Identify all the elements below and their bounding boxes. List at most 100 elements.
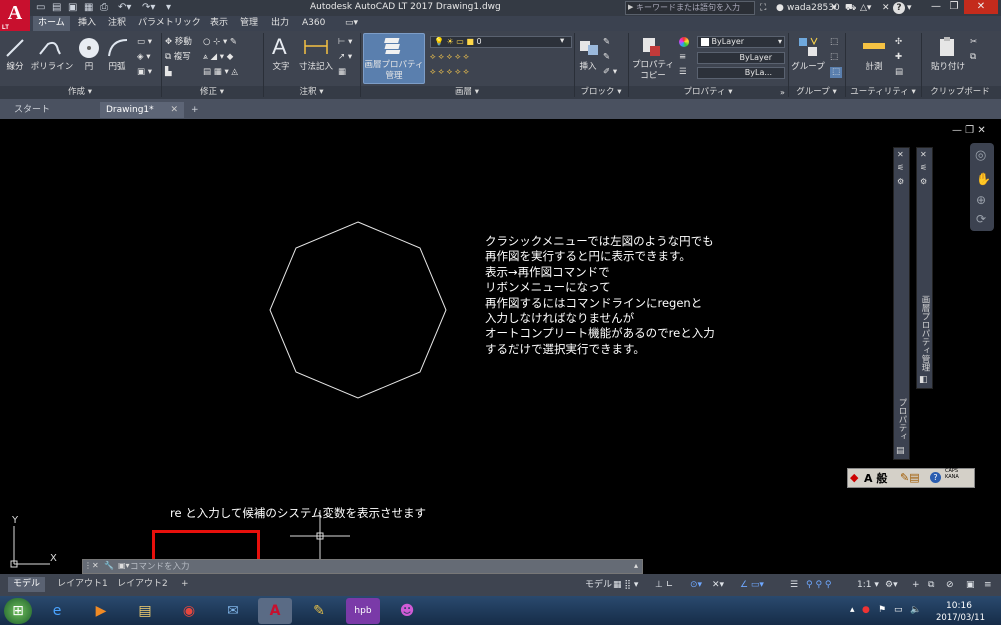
- clean-screen-icon[interactable]: ⊘: [946, 579, 954, 591]
- exchange-icon[interactable]: ✕: [882, 2, 890, 14]
- layout-tab-1[interactable]: レイアウト1: [52, 577, 113, 592]
- close-button[interactable]: ✕: [964, 0, 998, 14]
- tray-flag-icon[interactable]: ⚑: [878, 605, 886, 615]
- user-dropdown-icon[interactable]: ▾: [832, 2, 837, 14]
- layout-tab-2[interactable]: レイアウト2: [112, 577, 173, 592]
- command-input[interactable]: [130, 560, 630, 573]
- pan-icon[interactable]: ✋: [976, 172, 991, 186]
- ie-icon[interactable]: e: [40, 598, 74, 624]
- palette-close-icon[interactable]: ✕: [897, 150, 904, 159]
- tab-close-icon[interactable]: ✕: [170, 102, 178, 118]
- insert-label[interactable]: 挿入: [574, 62, 602, 72]
- workspace-icon[interactable]: ⚙▾: [885, 579, 898, 591]
- layer-tools-row2-icon[interactable]: ⟡ ⟡ ⟡ ⟡ ⟡: [430, 67, 469, 78]
- orbit-icon[interactable]: ⟳: [976, 212, 986, 226]
- osnap-icon[interactable]: ✕▾: [712, 579, 724, 591]
- maximize-button[interactable]: ❐: [945, 0, 963, 14]
- save-icon[interactable]: ▣: [68, 2, 77, 14]
- layer-tools-row1-icon[interactable]: ⟡ ⟡ ⟡ ⟡ ⟡: [430, 52, 469, 63]
- tray-network-icon[interactable]: ▭: [894, 605, 903, 615]
- cart-icon[interactable]: ⛟: [845, 2, 856, 14]
- paste-icon[interactable]: [937, 36, 957, 58]
- clock-time[interactable]: 10:16: [946, 601, 972, 611]
- match-properties-icon[interactable]: [640, 36, 662, 58]
- fullscreen-icon[interactable]: ▣: [966, 579, 975, 591]
- tab-a360[interactable]: A360: [297, 16, 330, 31]
- a360-icon[interactable]: △▾: [860, 2, 871, 14]
- line-icon[interactable]: [5, 38, 25, 58]
- tab-insert[interactable]: 挿入: [73, 16, 101, 31]
- text-label[interactable]: 文字: [268, 62, 294, 72]
- polyline-label[interactable]: ポリライン: [30, 62, 74, 72]
- copy-clip-icon[interactable]: ⧉: [970, 52, 976, 63]
- minimize-button[interactable]: —: [927, 0, 945, 14]
- grid-icon[interactable]: ▦ ⣿ ▾: [613, 579, 638, 591]
- annotation-scale[interactable]: 1:1 ▾: [857, 579, 879, 591]
- palette2-close-icon[interactable]: ✕: [920, 150, 927, 159]
- tab-extra-icon[interactable]: ▭▾: [340, 16, 363, 31]
- hpb-icon[interactable]: hpb: [346, 598, 380, 624]
- status-model[interactable]: モデル: [585, 579, 612, 591]
- circle-icon[interactable]: [77, 36, 101, 60]
- lineweight-toggle-icon[interactable]: ☰: [790, 579, 798, 591]
- help-dropdown-icon[interactable]: ▾: [907, 2, 912, 14]
- edit-block-icon[interactable]: ✎: [603, 52, 610, 63]
- linear-dim-icon[interactable]: ⊢ ▾: [338, 37, 352, 48]
- circle-label[interactable]: 円: [80, 62, 98, 72]
- cmd-close-icon[interactable]: ✕: [92, 561, 99, 570]
- dimension-icon[interactable]: [303, 38, 329, 56]
- isolate-icon[interactable]: ⧉: [928, 579, 934, 591]
- ime-tools-icon[interactable]: ✎▤: [900, 471, 920, 484]
- clock-date[interactable]: 2017/03/11: [936, 613, 985, 623]
- autocad-taskbar-icon[interactable]: A: [258, 598, 292, 624]
- id-point-icon[interactable]: ✚: [895, 52, 902, 63]
- ime-mode[interactable]: A 般: [864, 470, 887, 486]
- calculator-icon[interactable]: ▤: [895, 67, 903, 78]
- hatch-icon[interactable]: ◈ ▾: [137, 52, 151, 63]
- match-props-label-1[interactable]: プロパティ: [630, 60, 676, 70]
- panel-title-draw[interactable]: 作成 ▾: [0, 86, 160, 99]
- palette2-settings-icon[interactable]: ⚙: [920, 177, 927, 186]
- annotation-scale-icon[interactable]: ⚲ ⚲ ⚲: [806, 579, 832, 591]
- panel-title-annotation[interactable]: 注釈 ▾: [264, 86, 359, 99]
- panel-title-properties[interactable]: プロパティ ▾: [629, 86, 787, 99]
- tray-volume-icon[interactable]: 🔈: [910, 605, 921, 615]
- cmd-recent-icon[interactable]: ▣▾: [118, 561, 130, 570]
- polar-icon[interactable]: ⊙▾: [690, 579, 702, 591]
- move-button[interactable]: ✥ 移動: [165, 37, 192, 48]
- snap-icon[interactable]: ⊥ ∟: [655, 579, 673, 591]
- group-edit-icon[interactable]: ⬚: [830, 52, 838, 63]
- lineweight-dropdown[interactable]: ByLayer: [697, 52, 785, 64]
- paste-label[interactable]: 貼り付け: [926, 62, 970, 72]
- steering-wheel-icon[interactable]: ◎: [975, 148, 986, 163]
- tab-annotate[interactable]: 注釈: [103, 16, 131, 31]
- zoom-icon[interactable]: ⊕: [976, 193, 986, 207]
- arc-label[interactable]: 円弧: [104, 62, 130, 72]
- customize-icon[interactable]: ≡: [984, 579, 992, 591]
- explorer-icon[interactable]: ▤: [128, 598, 162, 624]
- dimension-label[interactable]: 寸法記入: [298, 62, 334, 72]
- measure-label[interactable]: 計測: [860, 62, 888, 72]
- panel-title-modify[interactable]: 修正 ▾: [162, 86, 262, 99]
- palette-settings-icon[interactable]: ⚙: [897, 177, 904, 186]
- paint-icon[interactable]: ✎: [302, 598, 336, 624]
- quick-select-icon[interactable]: ✣: [895, 37, 902, 48]
- print-icon[interactable]: ⎙: [100, 2, 108, 14]
- tab-parametric[interactable]: パラメトリック: [133, 16, 206, 31]
- start-button-icon[interactable]: ⊞: [4, 598, 32, 624]
- match-props-label-2[interactable]: コピー: [630, 71, 676, 81]
- palette2-pin-icon[interactable]: ⚟: [920, 163, 927, 172]
- group-icon[interactable]: [797, 36, 819, 58]
- new-file-icon[interactable]: ▭: [36, 2, 45, 14]
- create-block-icon[interactable]: ✎: [603, 37, 610, 48]
- isodraft-icon[interactable]: ∠ ▭▾: [740, 579, 764, 591]
- cut-icon[interactable]: ✂: [970, 37, 977, 48]
- new-tab-icon[interactable]: +: [188, 102, 204, 118]
- scale-icon[interactable]: ▤ ▦ ▾ ◬: [203, 67, 238, 78]
- cmd-grip-icon[interactable]: ⋮: [84, 561, 92, 570]
- tab-drawing1[interactable]: Drawing1* ✕: [100, 102, 184, 118]
- layout-tab-model[interactable]: モデル: [8, 577, 46, 592]
- group-label[interactable]: グループ: [790, 62, 826, 72]
- tray-app-icon[interactable]: ●: [862, 605, 870, 615]
- tray-expand-icon[interactable]: ▴: [850, 605, 855, 615]
